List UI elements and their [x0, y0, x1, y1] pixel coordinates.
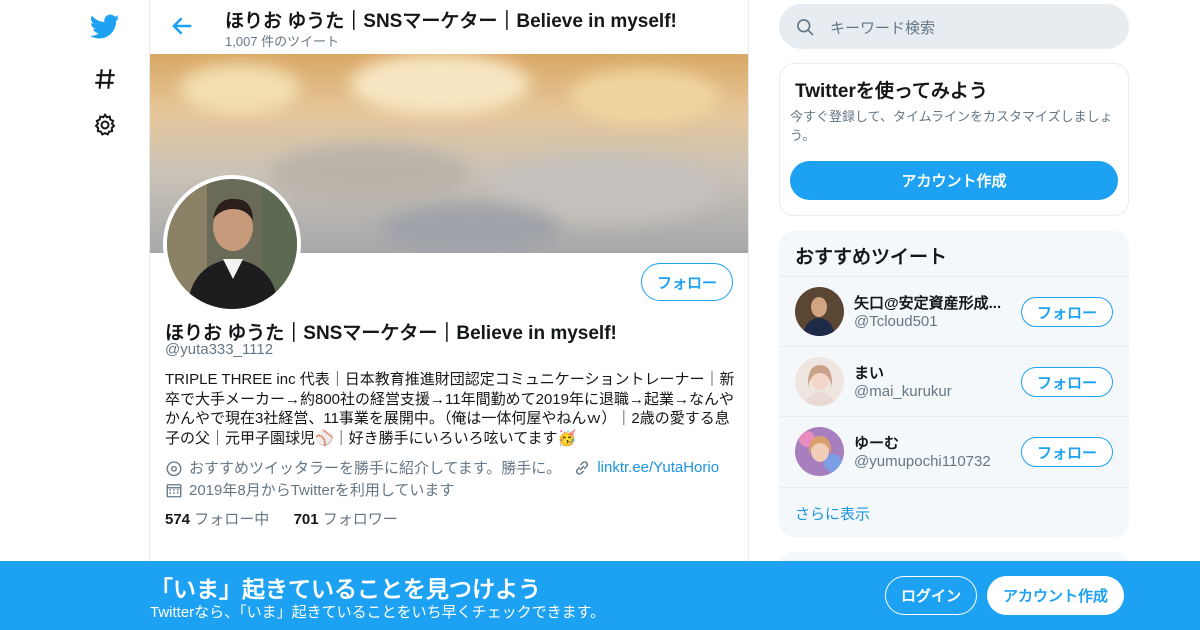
- signup-banner-subtitle: Twitterなら、「いま」起きていることをいち早くチェックできます。: [150, 604, 606, 621]
- avatar[interactable]: [795, 287, 844, 336]
- avatar[interactable]: [795, 357, 844, 406]
- recommended-name[interactable]: 矢口@安定資産形成...: [854, 292, 1009, 313]
- calendar-icon: [165, 481, 183, 499]
- banner-light: [350, 54, 530, 114]
- recommended-handle: @mai_kurukur: [854, 383, 952, 400]
- following-count[interactable]: 574: [165, 511, 190, 528]
- link-icon: [573, 459, 591, 477]
- profile-stats: 574 フォロー中 701 フォロワー: [165, 508, 398, 529]
- hashtag-icon[interactable]: [90, 64, 120, 94]
- profile-header: ほりお ゆうた｜SNSマーケター｜Believe in myself! 1,00…: [150, 0, 748, 54]
- search-box[interactable]: キーワード検索: [779, 4, 1129, 49]
- try-twitter-text: 今すぐ登録して、タイムラインをカスタマイズしましょう。: [790, 109, 1113, 143]
- profile-avatar[interactable]: [163, 175, 301, 313]
- profile-joined: 2019年8月からTwitterを利用しています: [189, 482, 455, 499]
- header-title: ほりお ゆうた｜SNSマーケター｜Believe in myself!: [225, 11, 677, 32]
- recommended-handle: @Tcloud501: [854, 313, 938, 330]
- create-account-button[interactable]: アカウント作成: [790, 161, 1118, 200]
- followers-count[interactable]: 701: [294, 511, 319, 528]
- try-twitter-title: Twitterを使ってみよう: [795, 81, 988, 102]
- recommended-name[interactable]: まい: [854, 362, 1009, 383]
- banner-table: [270, 144, 470, 204]
- profile-column: ほりお ゆうた｜SNSマーケター｜Believe in myself! 1,00…: [149, 0, 749, 630]
- recommended-item[interactable]: まい @mai_kurukur フォロー: [779, 346, 1129, 416]
- followers-label[interactable]: フォロワー: [323, 511, 398, 528]
- signup-banner-title: 「いま」起きていることを見つけよう: [150, 576, 541, 602]
- recommended-name[interactable]: ゆーむ: [854, 432, 1009, 453]
- location-pin-icon: [165, 459, 183, 477]
- recommended-follow-button[interactable]: フォロー: [1021, 437, 1113, 467]
- banner-light: [180, 64, 300, 114]
- signup-banner: 「いま」起きていることを見つけよう Twitterなら、「いま」起きていることを…: [0, 561, 1200, 630]
- profile-handle: @yuta333_1112: [165, 341, 274, 358]
- profile-website-link[interactable]: linktr.ee/YutaHorio: [597, 459, 719, 476]
- back-arrow-icon[interactable]: [168, 12, 196, 40]
- left-nav: [80, 0, 130, 630]
- signup-button[interactable]: アカウント作成: [987, 576, 1124, 615]
- show-more[interactable]: さらに表示: [779, 487, 1129, 537]
- recommended-handle: @yumupochi110732: [854, 453, 991, 470]
- try-twitter-card: Twitterを使ってみよう 今すぐ登録して、タイムラインをカスタマイズしましょ…: [779, 63, 1129, 216]
- gear-icon[interactable]: [90, 110, 120, 140]
- avatar[interactable]: [795, 427, 844, 476]
- profile-bio: TRIPLE THREE inc 代表｜日本教育推進財団認定コミュニケーショント…: [165, 371, 735, 447]
- recommended-item[interactable]: ゆーむ @yumupochi110732 フォロー: [779, 416, 1129, 486]
- location-row: おすすめツイッタラーを勝手に紹介してます。勝手に。 linktr.ee/Yuta…: [165, 457, 719, 478]
- profile-location: おすすめツイッタラーを勝手に紹介してます。勝手に。: [189, 460, 562, 477]
- joined-row: 2019年8月からTwitterを利用しています: [165, 479, 454, 500]
- search-icon: [795, 17, 815, 37]
- following-label[interactable]: フォロー中: [194, 511, 269, 528]
- follow-button[interactable]: フォロー: [641, 263, 733, 301]
- recommended-follow-button[interactable]: フォロー: [1021, 367, 1113, 397]
- recommended-card: おすすめツイート 矢口@安定資産形成... @Tcloud501 フォロー まい…: [779, 231, 1129, 537]
- search-input[interactable]: キーワード検索: [830, 17, 935, 38]
- banner-light: [570, 69, 720, 124]
- login-button[interactable]: ログイン: [885, 576, 977, 615]
- recommended-title: おすすめツイート: [795, 247, 948, 268]
- recommended-follow-button[interactable]: フォロー: [1021, 297, 1113, 327]
- recommended-item[interactable]: 矢口@安定資産形成... @Tcloud501 フォロー: [779, 276, 1129, 346]
- show-more-link[interactable]: さらに表示: [795, 503, 870, 524]
- twitter-bird-icon[interactable]: [90, 12, 120, 42]
- tweet-count: 1,007 件のツイート: [225, 34, 340, 49]
- banner-table: [380, 204, 560, 253]
